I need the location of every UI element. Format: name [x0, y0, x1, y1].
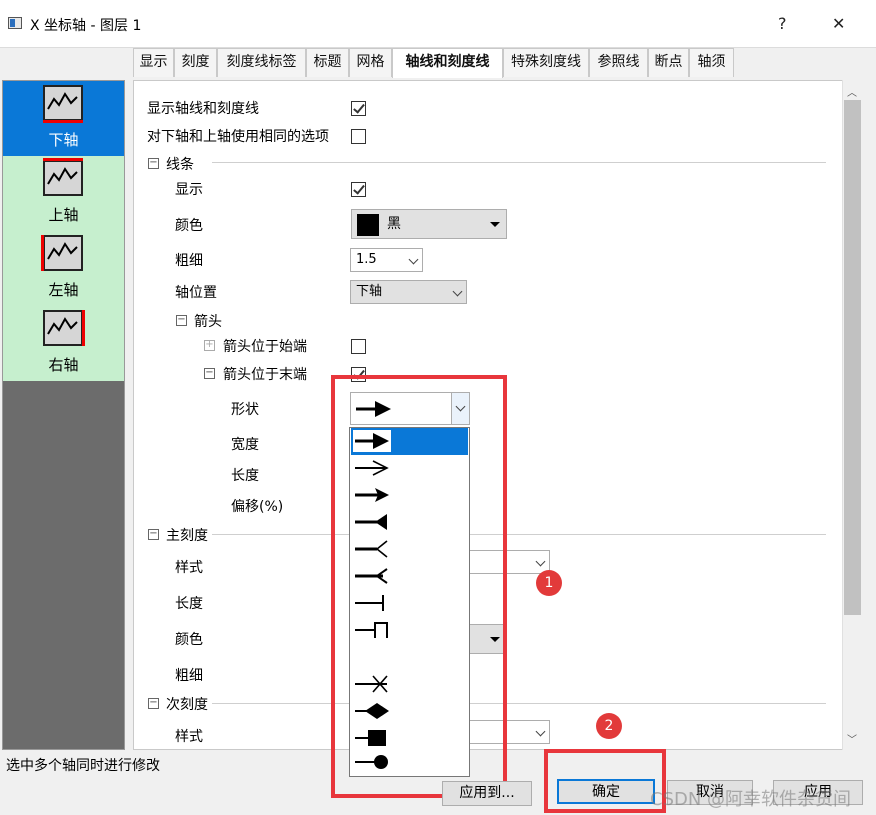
scroll-down-icon[interactable]: ﹀ [847, 731, 857, 746]
axis-list: 下轴 上轴 左轴 右轴 [2, 80, 125, 750]
chevron-down-icon [408, 254, 419, 265]
line-color-combo[interactable]: 黑 [351, 209, 507, 239]
highlight-box-ok [544, 749, 666, 813]
shape-label: 形状 [231, 402, 259, 418]
arrow-end-label: 箭头位于末端 [223, 367, 307, 383]
same-options-label: 对下轴和上轴使用相同的选项 [147, 129, 329, 145]
minor-section-title: 次刻度 [166, 697, 208, 713]
badge-step-1: 1 [536, 570, 562, 596]
line-show-checkbox[interactable] [351, 182, 366, 197]
chevron-down-icon [535, 726, 546, 737]
chevron-down-icon [490, 222, 500, 227]
tab-scale[interactable]: 刻度 [174, 48, 217, 77]
close-button[interactable]: ✕ [832, 14, 845, 33]
axis-item-label: 下轴 [48, 131, 79, 149]
window-icon [8, 17, 22, 29]
major-thickness-label: 粗细 [175, 668, 203, 684]
tab-tick-labels[interactable]: 刻度线标签 [217, 48, 306, 77]
arrow-section-title: 箭头 [194, 314, 222, 330]
axis-item-bottom[interactable]: 下轴 [3, 81, 124, 156]
window-title: X 坐标轴 - 图层 1 [30, 18, 142, 34]
tab-display[interactable]: 显示 [133, 48, 174, 77]
offset-label: 偏移(%) [231, 499, 284, 515]
color-value: 黑 [387, 216, 401, 232]
apply-to-button[interactable]: 应用到... [442, 781, 532, 806]
chevron-down-icon [452, 286, 463, 297]
axis-item-left[interactable]: 左轴 [3, 231, 124, 306]
thickness-combo[interactable]: 1.5 [350, 248, 423, 272]
left-axis-icon [41, 235, 83, 271]
tab-reference-lines[interactable]: 参照线 [589, 48, 648, 77]
highlight-box-shape-list [331, 375, 507, 798]
axis-item-label: 上轴 [48, 206, 79, 224]
thickness-value: 1.5 [356, 252, 377, 267]
collapse-minor-icon[interactable]: − [148, 698, 159, 709]
tab-special-ticks[interactable]: 特殊刻度线 [503, 48, 589, 77]
thickness-label: 粗细 [175, 253, 203, 269]
arrow-start-label: 箭头位于始端 [223, 339, 307, 355]
show-axis-checkbox[interactable] [351, 101, 366, 116]
width-label: 宽度 [231, 437, 259, 453]
axis-position-label: 轴位置 [175, 285, 217, 301]
tab-breaks[interactable]: 断点 [648, 48, 689, 77]
minor-style-label: 样式 [175, 729, 203, 745]
chevron-down-icon [535, 556, 546, 567]
tab-rug[interactable]: 轴须 [689, 48, 734, 77]
collapse-line-icon[interactable]: − [148, 158, 159, 169]
axis-item-right[interactable]: 右轴 [3, 306, 124, 381]
badge-step-2: 2 [596, 713, 622, 739]
arrow-start-checkbox[interactable] [351, 339, 366, 354]
tab-title[interactable]: 标题 [306, 48, 349, 77]
scroll-up-icon[interactable]: ︿ [847, 84, 857, 99]
scrollbar-thumb[interactable] [844, 100, 861, 615]
line-section-title: 线条 [166, 157, 194, 173]
same-options-checkbox[interactable] [351, 129, 366, 144]
collapse-arrow-end-icon[interactable]: − [204, 368, 215, 379]
watermark: CSDN @阿幸软件杂货间 [650, 789, 852, 810]
length-label: 长度 [231, 468, 259, 484]
collapse-major-icon[interactable]: − [148, 529, 159, 540]
status-text: 选中多个轴同时进行修改 [6, 758, 160, 774]
color-swatch [357, 214, 379, 236]
tab-grid[interactable]: 网格 [349, 48, 392, 77]
axis-item-label: 右轴 [48, 356, 79, 374]
tab-line-and-ticks[interactable]: 轴线和刻度线 [392, 48, 503, 78]
line-show-label: 显示 [175, 182, 203, 198]
collapse-arrow-icon[interactable]: − [176, 315, 187, 326]
axis-item-top[interactable]: 上轴 [3, 156, 124, 231]
help-button[interactable]: ? [778, 14, 787, 33]
axis-item-label: 左轴 [48, 281, 79, 299]
right-axis-icon [43, 310, 85, 346]
expand-arrow-start-icon[interactable]: + [204, 340, 215, 351]
major-length-label: 长度 [175, 596, 203, 612]
line-color-label: 颜色 [175, 218, 203, 234]
top-axis-icon [43, 158, 83, 196]
major-section-title: 主刻度 [166, 528, 208, 544]
major-color-label: 颜色 [175, 632, 203, 648]
axis-position-combo[interactable]: 下轴 [350, 280, 467, 304]
bottom-axis-icon [43, 85, 83, 123]
axis-position-value: 下轴 [356, 284, 383, 299]
show-axis-label: 显示轴线和刻度线 [147, 101, 259, 117]
major-style-label: 样式 [175, 560, 203, 576]
